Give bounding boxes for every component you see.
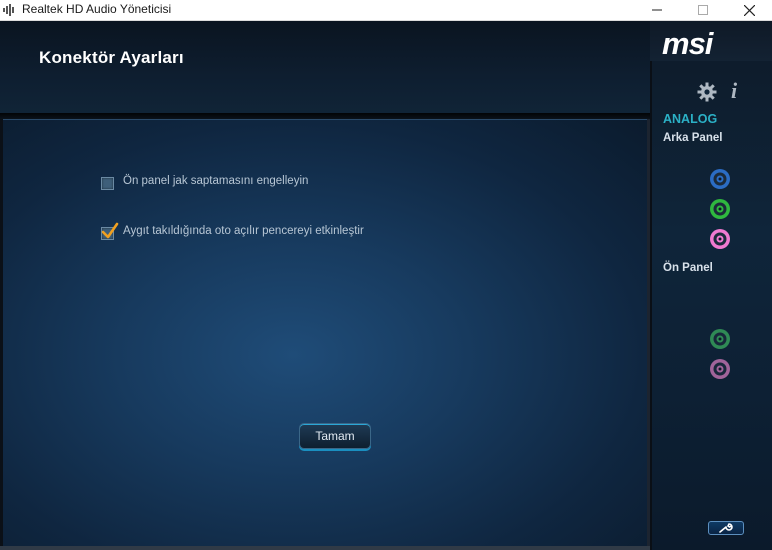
disable-front-jack-detection-checkbox[interactable]	[101, 177, 114, 190]
advanced-settings-button[interactable]	[708, 521, 744, 535]
analog-label: ANALOG	[663, 112, 718, 126]
front-headphone-jack-icon[interactable]	[708, 327, 732, 351]
auto-popup-option[interactable]: Aygıt takıldığında oto açılır pencereyi …	[101, 222, 364, 240]
window-title-bar: Realtek HD Audio Yöneticisi	[0, 0, 772, 21]
page-header: Konektör Ayarları	[0, 21, 650, 114]
rear-mic-in-jack-icon[interactable]	[708, 227, 732, 251]
front-panel-label: Ön Panel	[663, 262, 713, 274]
auto-popup-checkbox[interactable]	[101, 222, 119, 240]
connector-settings-panel	[3, 119, 647, 547]
rear-line-out-jack-icon[interactable]	[708, 197, 732, 221]
minimize-button[interactable]	[634, 0, 680, 20]
close-icon	[743, 4, 755, 16]
maximize-icon	[698, 5, 708, 15]
bottom-border	[0, 546, 650, 550]
option-label: Aygıt takıldığında oto açılır pencereyi …	[123, 225, 364, 237]
rear-line-in-jack-icon[interactable]	[708, 167, 732, 191]
checkmark-icon	[101, 222, 119, 239]
wrench-icon	[719, 523, 733, 533]
option-label: Ön panel jak saptamasını engelleyin	[123, 175, 309, 187]
close-button[interactable]	[726, 0, 772, 20]
rear-panel-label: Arka Panel	[663, 132, 723, 144]
msi-logo: msi	[662, 26, 713, 61]
gear-icon[interactable]	[697, 82, 717, 102]
minimize-icon	[652, 9, 662, 11]
speaker-app-icon	[3, 4, 14, 16]
info-icon[interactable]: i	[731, 78, 737, 104]
front-mic-jack-icon[interactable]	[708, 357, 732, 381]
ok-button[interactable]: Tamam	[299, 423, 371, 449]
page-title: Konektör Ayarları	[39, 48, 184, 67]
maximize-button[interactable]	[680, 0, 726, 20]
window-title: Realtek HD Audio Yöneticisi	[22, 2, 172, 16]
disable-front-jack-detection-option[interactable]: Ön panel jak saptamasını engelleyin	[101, 172, 308, 190]
